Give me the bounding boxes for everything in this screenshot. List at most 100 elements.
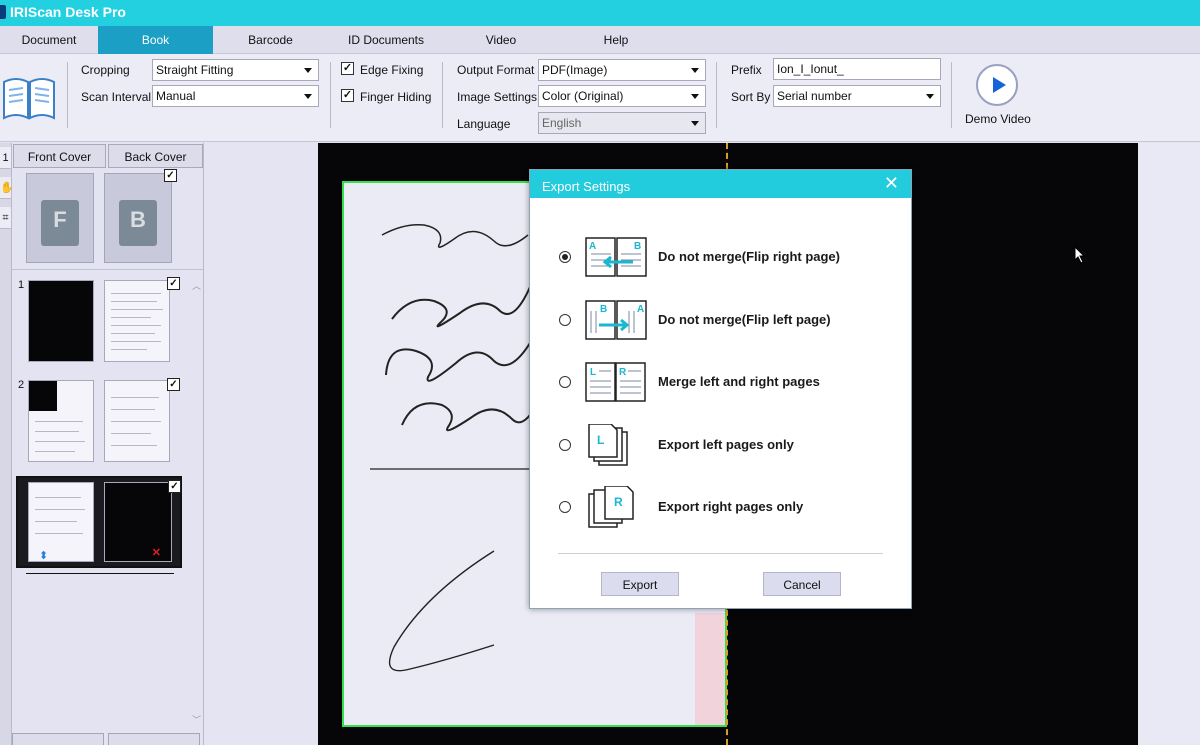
page-checkbox[interactable]: ✓ bbox=[167, 378, 180, 391]
output-format-select[interactable]: PDF(Image) bbox=[538, 59, 706, 81]
dialog-title-bar: Export Settings ✕ bbox=[530, 170, 911, 198]
option-label: Export left pages only bbox=[658, 437, 794, 452]
output-format-label: Output Format bbox=[457, 63, 535, 77]
page-checkbox[interactable]: ✓ bbox=[168, 480, 181, 493]
demo-video-label: Demo Video bbox=[965, 112, 1031, 126]
back-cover-checkbox[interactable]: ✓ bbox=[164, 169, 177, 182]
language-select[interactable]: English bbox=[538, 112, 706, 134]
edge-fixing-checkbox[interactable]: ✓ bbox=[341, 62, 354, 75]
tab-id-documents[interactable]: ID Documents bbox=[328, 26, 444, 54]
image-settings-value: Color (Original) bbox=[542, 89, 624, 103]
option-right-only[interactable]: R Export right pages only bbox=[530, 482, 911, 532]
back-cover-tab[interactable]: Back Cover bbox=[108, 144, 203, 168]
page-thumbnail-left[interactable]: ⬍ bbox=[28, 482, 94, 562]
cropping-value: Straight Fitting bbox=[156, 63, 234, 77]
page-thumbnail-right[interactable]: ✕ bbox=[104, 482, 172, 562]
toolbar-divider bbox=[716, 62, 717, 128]
copy-page-button[interactable] bbox=[108, 733, 200, 745]
demo-video-button[interactable] bbox=[976, 64, 1018, 106]
tab-document[interactable]: Document bbox=[0, 26, 98, 54]
strip-number[interactable]: 1 bbox=[0, 147, 11, 169]
language-value: English bbox=[542, 116, 582, 130]
radio-flip-left[interactable] bbox=[559, 314, 571, 326]
radio-merge[interactable] bbox=[559, 376, 571, 388]
icon-letter-b: B bbox=[634, 241, 641, 252]
radio-flip-right[interactable] bbox=[559, 251, 571, 263]
option-flip-right[interactable]: A B Do not merge(Flip right page) bbox=[530, 232, 911, 282]
book-toolbar: Cropping Straight Fitting Scan Interval … bbox=[0, 54, 1200, 142]
icon-letter-r: R bbox=[619, 367, 627, 378]
crop-tool-icon[interactable]: ⌗ bbox=[0, 207, 11, 229]
spread-span-line bbox=[26, 573, 174, 574]
scroll-down-icon[interactable]: ﹀ bbox=[192, 713, 201, 726]
page-thumbnail-right[interactable] bbox=[104, 380, 170, 462]
back-cover-icon: B bbox=[119, 200, 157, 246]
front-cover-tab[interactable]: Front Cover bbox=[13, 144, 106, 168]
hand-tool-icon[interactable]: ✋ bbox=[0, 177, 14, 199]
language-label: Language bbox=[457, 117, 511, 131]
right-pages-icon: R bbox=[588, 486, 634, 528]
toolbar-divider bbox=[951, 62, 952, 128]
tab-help[interactable]: Help bbox=[558, 26, 674, 54]
chevron-down-icon bbox=[691, 94, 699, 99]
option-flip-left[interactable]: B A Do not merge(Flip left page) bbox=[530, 295, 911, 345]
tab-book[interactable]: Book bbox=[98, 26, 213, 54]
image-settings-select[interactable]: Color (Original) bbox=[538, 85, 706, 107]
prefix-label: Prefix bbox=[731, 63, 762, 77]
dialog-divider bbox=[558, 553, 883, 554]
option-merge[interactable]: L R Merge left and right pages bbox=[530, 357, 911, 407]
scroll-up-icon[interactable]: ︿ bbox=[192, 279, 201, 292]
icon-letter-a: A bbox=[637, 304, 644, 315]
delete-mark-icon[interactable]: ✕ bbox=[152, 546, 161, 559]
flip-right-icon: A B bbox=[585, 237, 647, 277]
tab-barcode[interactable]: Barcode bbox=[213, 26, 328, 54]
sort-by-select[interactable]: Serial number bbox=[773, 85, 941, 107]
export-button[interactable]: Export bbox=[601, 572, 679, 596]
page-thumbnail-right[interactable] bbox=[104, 280, 170, 362]
toolbar-divider bbox=[330, 62, 331, 128]
title-bar: IRIScan Desk Pro bbox=[0, 0, 1200, 26]
output-format-value: PDF(Image) bbox=[542, 63, 608, 77]
cancel-button[interactable]: Cancel bbox=[763, 572, 841, 596]
app-icon bbox=[0, 5, 6, 19]
finger-hiding-checkbox[interactable]: ✓ bbox=[341, 89, 354, 102]
option-label: Export right pages only bbox=[658, 499, 804, 514]
scan-interval-value: Manual bbox=[156, 89, 196, 103]
finger-hiding-label: Finger Hiding bbox=[360, 90, 432, 104]
back-cover-thumbnail[interactable]: B bbox=[104, 173, 172, 263]
page-edge-highlight bbox=[695, 613, 725, 725]
option-label: Do not merge(Flip left page) bbox=[658, 312, 831, 327]
image-settings-label: Image Settings bbox=[457, 90, 538, 104]
radio-left-only[interactable] bbox=[559, 439, 571, 451]
cropping-select[interactable]: Straight Fitting bbox=[152, 59, 319, 81]
delete-page-button[interactable] bbox=[12, 733, 104, 745]
scan-interval-select[interactable]: Manual bbox=[152, 85, 319, 107]
merge-pages-icon: L R bbox=[585, 362, 646, 402]
left-pages-icon: L bbox=[588, 424, 628, 466]
option-label: Do not merge(Flip right page) bbox=[658, 249, 840, 264]
option-left-only[interactable]: L Export left pages only bbox=[530, 420, 911, 470]
play-icon bbox=[993, 77, 1006, 93]
selected-spread[interactable]: ⬍ ✕ ✓ bbox=[16, 476, 182, 568]
front-cover-thumbnail[interactable]: F bbox=[26, 173, 94, 263]
prefix-input[interactable]: Ion_I_Ionut_ bbox=[773, 58, 941, 80]
page-thumbnail-left[interactable] bbox=[28, 380, 94, 462]
side-tool-strip: 1 ✋ ⌗ bbox=[0, 143, 14, 745]
close-icon[interactable]: ✕ bbox=[884, 173, 899, 194]
tab-video[interactable]: Video bbox=[444, 26, 558, 54]
scan-interval-label: Scan Interval bbox=[81, 90, 152, 104]
page-number: 2 bbox=[18, 379, 25, 391]
option-label: Merge left and right pages bbox=[658, 374, 820, 389]
front-cover-icon: F bbox=[41, 200, 79, 246]
app-title: IRIScan Desk Pro bbox=[10, 4, 126, 20]
radio-right-only[interactable] bbox=[559, 501, 571, 513]
chevron-down-icon bbox=[926, 94, 934, 99]
open-book-icon bbox=[3, 78, 55, 120]
rotate-icon[interactable]: ⬍ bbox=[39, 549, 48, 562]
export-settings-dialog: Export Settings ✕ A B Do not merge(Flip … bbox=[529, 169, 912, 609]
icon-letter-a: A bbox=[589, 241, 596, 252]
page-checkbox[interactable]: ✓ bbox=[167, 277, 180, 290]
page-thumbnail-left[interactable] bbox=[28, 280, 94, 362]
icon-letter-l: L bbox=[597, 433, 604, 447]
chevron-down-icon bbox=[304, 94, 312, 99]
